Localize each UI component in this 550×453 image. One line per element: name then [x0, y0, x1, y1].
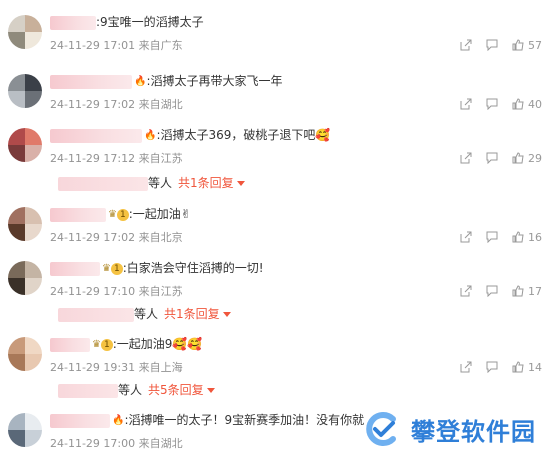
share-icon[interactable]: [460, 361, 472, 373]
like-button[interactable]: 17: [512, 285, 542, 298]
fan-badge-icon: 🔥: [112, 414, 125, 426]
username-blurred[interactable]: [50, 261, 100, 276]
watermark-text: 攀登软件园: [411, 418, 536, 446]
comment-meta: 24-11-29 17:00 来自湖北: [50, 437, 183, 450]
reply-users-blurred: [58, 383, 118, 398]
chevron-down-icon: [236, 181, 245, 186]
avatar[interactable]: [8, 74, 42, 108]
comment-icon[interactable]: [486, 152, 498, 164]
share-icon[interactable]: [460, 231, 472, 243]
comment-icon[interactable]: [486, 231, 498, 243]
emoji-icon: 🥰: [315, 128, 331, 142]
comment-text: :一起加油9: [112, 337, 173, 351]
crown-badge-icon: ♛ 1: [102, 262, 123, 275]
reply-summary[interactable]: 等人 共1条回复: [58, 305, 231, 322]
like-button[interactable]: 16: [512, 231, 542, 244]
like-icon: [512, 39, 524, 51]
reply-summary[interactable]: 等人 共5条回复: [58, 381, 215, 398]
like-count: 16: [528, 230, 542, 244]
like-button[interactable]: 29: [512, 152, 542, 165]
chevron-down-icon: [206, 388, 215, 393]
reply-count-link[interactable]: 共5条回复: [148, 383, 204, 397]
avatar[interactable]: [8, 413, 42, 447]
avatar[interactable]: [8, 261, 42, 295]
watermark: 攀登软件园: [363, 411, 536, 447]
like-button[interactable]: 57: [512, 39, 542, 52]
comment-icon[interactable]: [486, 285, 498, 297]
like-icon: [512, 98, 524, 110]
share-icon[interactable]: [460, 98, 472, 110]
comment-line: :9宝唯一的滔搏太子: [50, 13, 204, 31]
share-icon[interactable]: [460, 285, 472, 297]
comment-actions: 14: [460, 359, 542, 375]
watermark-logo-icon: [366, 412, 396, 446]
comment-line: 🔥:滔搏太子再带大家飞一年: [50, 72, 283, 90]
like-count: 40: [528, 97, 542, 111]
like-icon: [512, 231, 524, 243]
avatar[interactable]: [8, 337, 42, 371]
comment-icon[interactable]: [486, 361, 498, 373]
comment-meta: 24-11-29 17:02 来自北京: [50, 231, 183, 244]
like-button[interactable]: 40: [512, 98, 542, 111]
comment-line: ♛ 1:白家浩会守住滔搏的一切!: [50, 259, 264, 277]
comment-actions: 57: [460, 37, 542, 53]
comment-meta: 24-11-29 17:10 来自江苏: [50, 285, 183, 298]
reply-count-link[interactable]: 共1条回复: [164, 307, 220, 321]
chevron-down-icon: [222, 312, 231, 317]
comment-meta: 24-11-29 17:12 来自江苏: [50, 152, 183, 165]
avatar[interactable]: [8, 128, 42, 162]
username-blurred[interactable]: [50, 413, 110, 428]
comment-line: 🔥:滔搏唯一的太子！9宝新赛季加油！没有你就: [50, 411, 364, 429]
comment-actions: 29: [460, 150, 542, 166]
avatar[interactable]: [8, 207, 42, 241]
comment-text: :滔搏太子369，破桃子退下吧: [156, 128, 316, 142]
crown-badge-icon: ♛ 1: [92, 338, 113, 351]
comment-text: :滔搏太子再带大家飞一年: [146, 74, 283, 88]
reply-suffix: 等人: [148, 176, 173, 190]
comment-text: :一起加油: [128, 207, 181, 221]
comment-icon[interactable]: [486, 98, 498, 110]
reply-summary[interactable]: 等人 共1条回复: [58, 174, 245, 191]
comment-actions: 17: [460, 283, 542, 299]
like-count: 57: [528, 38, 542, 52]
username-blurred[interactable]: [50, 337, 90, 352]
comment-actions: 16: [460, 229, 542, 245]
reply-users-blurred: [58, 176, 148, 191]
comment-meta: 24-11-29 17:01 来自广东: [50, 39, 183, 52]
like-count: 29: [528, 151, 542, 165]
reply-count-link[interactable]: 共1条回复: [178, 176, 234, 190]
comment-actions: 40: [460, 96, 542, 112]
username-blurred[interactable]: [50, 74, 132, 89]
victory-hand-icon: ✌: [180, 207, 191, 221]
fan-badge-icon: 🔥: [134, 75, 147, 87]
comment-text: :9宝唯一的滔搏太子: [96, 15, 204, 29]
username-blurred[interactable]: [50, 128, 142, 143]
like-count: 17: [528, 284, 542, 298]
comment-icon[interactable]: [486, 39, 498, 51]
comment-line: 🔥:滔搏太子369，破桃子退下吧🥰: [50, 126, 330, 144]
reply-suffix: 等人: [118, 383, 143, 397]
fan-badge-icon: 🔥: [144, 129, 157, 141]
reply-suffix: 等人: [134, 307, 159, 321]
emoji-icon: 🥰🥰: [172, 337, 203, 351]
comment-text: :白家浩会守住滔搏的一切!: [122, 261, 264, 275]
comment-meta: 24-11-29 19:31 来自上海: [50, 361, 183, 374]
like-icon: [512, 285, 524, 297]
avatar[interactable]: [8, 15, 42, 49]
comment-line: ♛ 1:一起加油9🥰🥰: [50, 335, 202, 353]
like-icon: [512, 361, 524, 373]
crown-badge-icon: ♛ 1: [108, 208, 129, 221]
like-count: 14: [528, 360, 542, 374]
share-icon[interactable]: [460, 39, 472, 51]
like-button[interactable]: 14: [512, 361, 542, 374]
username-blurred[interactable]: [50, 15, 96, 30]
like-icon: [512, 152, 524, 164]
username-blurred[interactable]: [50, 207, 106, 222]
comment-meta: 24-11-29 17:02 来自湖北: [50, 98, 183, 111]
share-icon[interactable]: [460, 152, 472, 164]
comment-text: :滔搏唯一的太子！9宝新赛季加油！没有你就: [124, 413, 365, 427]
comment-line: ♛ 1:一起加油✌: [50, 205, 191, 223]
reply-users-blurred: [58, 307, 134, 322]
